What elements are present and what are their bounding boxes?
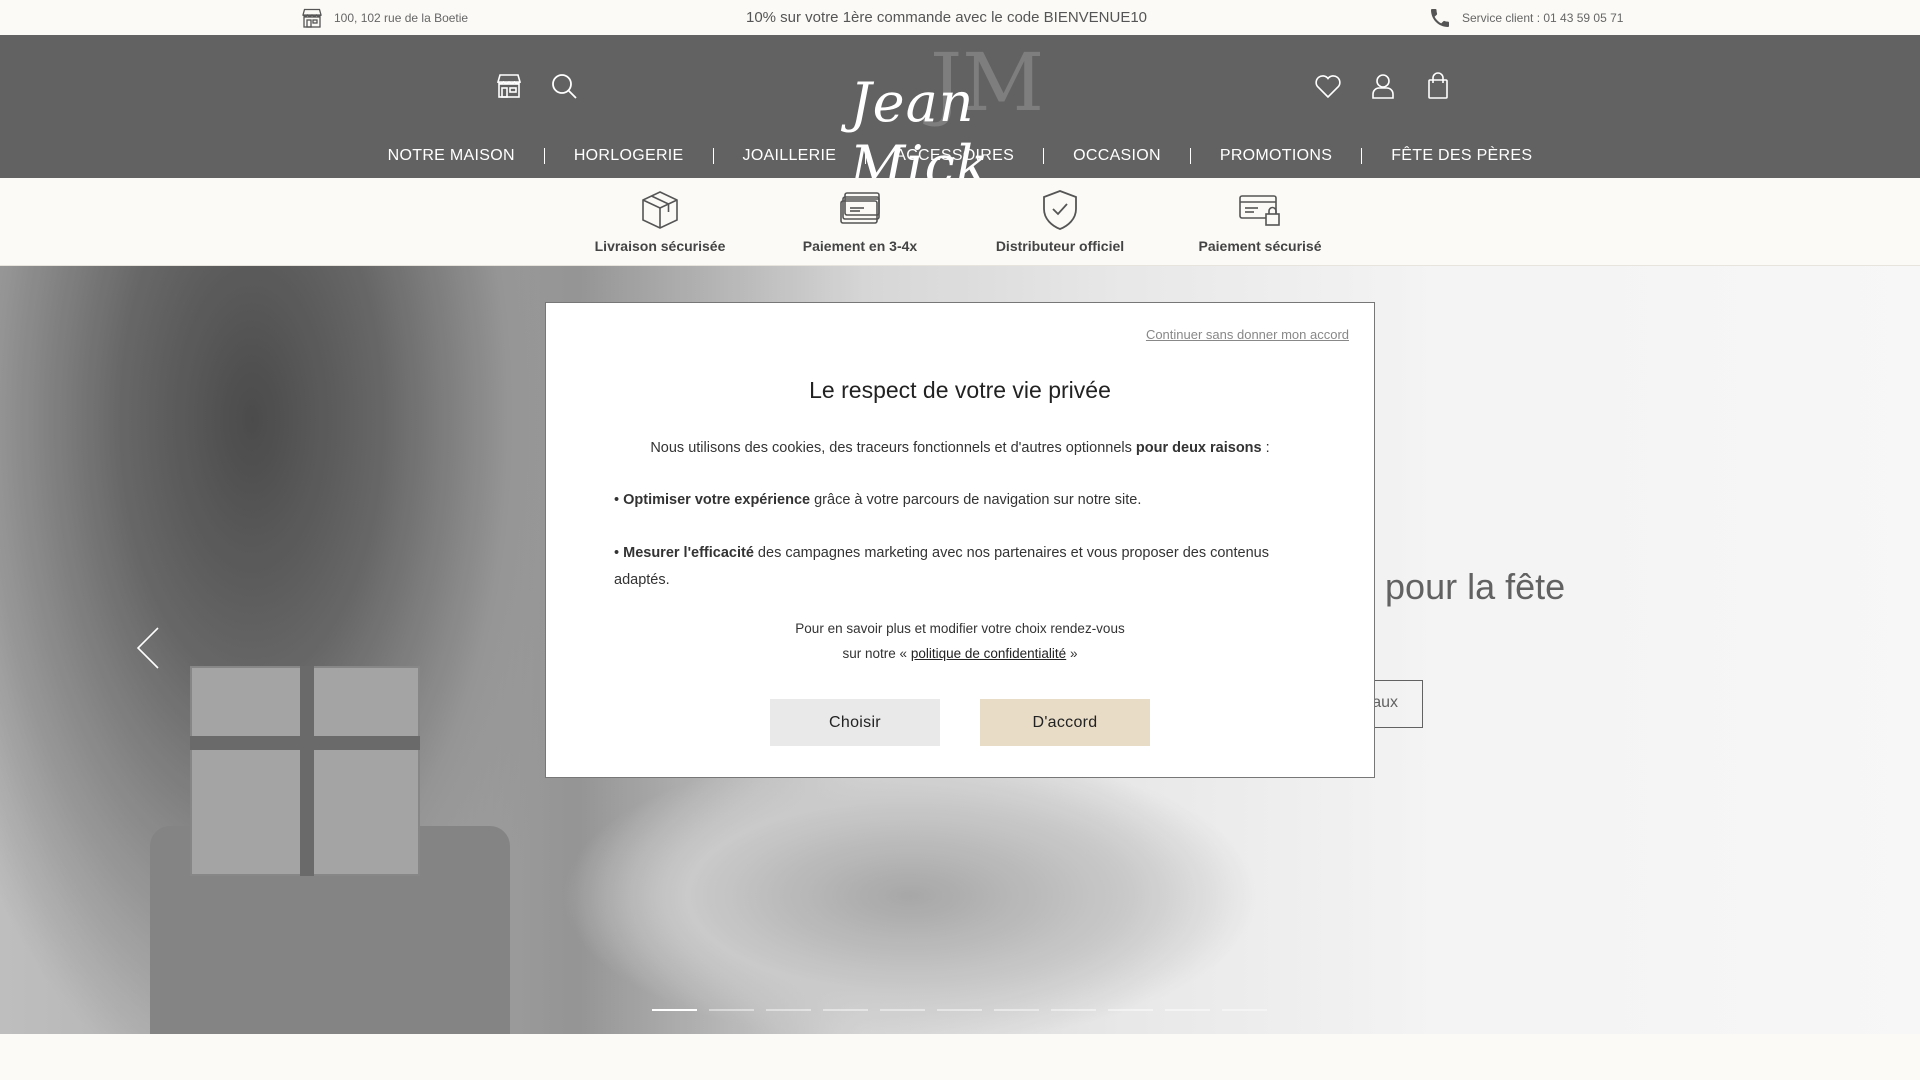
feature-label: Paiement sécurisé: [1198, 238, 1322, 254]
nav-notre-maison[interactable]: NOTRE MAISON: [359, 147, 544, 165]
feature-installments: Paiement en 3-4x: [760, 188, 960, 254]
intro-bold: pour deux raisons: [1135, 440, 1262, 456]
nav-promotions[interactable]: PROMOTIONS: [1191, 147, 1361, 165]
store-icon[interactable]: [494, 71, 524, 101]
bag-icon[interactable]: [1423, 71, 1453, 101]
continue-without-consent-link[interactable]: Continuer sans donner mon accord: [1146, 327, 1349, 342]
page-footer-strip: [0, 1034, 1920, 1080]
top-bar: 100, 102 rue de la Boetie 10% sur votre …: [0, 0, 1920, 35]
main-nav: NOTRE MAISON HORLOGERIE JOAILLERIE ACCES…: [0, 147, 1920, 165]
cards-icon: [840, 192, 880, 224]
phone-icon: [1431, 9, 1449, 27]
feature-delivery: Livraison sécurisée: [560, 188, 760, 254]
nav-accessoires[interactable]: ACCESSOIRES: [866, 147, 1043, 165]
choose-button[interactable]: Choisir: [770, 699, 940, 746]
feature-label: Paiement en 3-4x: [802, 238, 918, 254]
user-icon[interactable]: [1368, 71, 1398, 101]
privacy-line-2-prefix: sur notre «: [842, 646, 911, 661]
nav-fete-des-peres[interactable]: FÊTE DES PÈRES: [1362, 147, 1561, 165]
heart-icon[interactable]: [1313, 71, 1343, 101]
cookie-consent-modal: Continuer sans donner mon accord Le resp…: [545, 302, 1375, 778]
service-text: Service client : 01 43 59 05 71: [1462, 11, 1624, 25]
nav-occasion[interactable]: OCCASION: [1044, 147, 1190, 165]
reassurance-band: Livraison sécurisée Paiement en 3-4x Dis…: [0, 178, 1920, 266]
bullet-bold: Optimiser votre expérience: [623, 492, 811, 508]
privacy-line-2-suffix: »: [1066, 646, 1078, 661]
modal-title: Le respect de votre vie privée: [809, 377, 1111, 403]
feature-label: Distributeur officiel: [995, 238, 1125, 254]
feature-official-dealer: Distributeur officiel: [960, 188, 1160, 254]
shield-check-icon: [1043, 190, 1077, 230]
bullet-marketing: • Mesurer l'efficacité des campagnes mar…: [614, 545, 1269, 588]
nav-horlogerie[interactable]: HORLOGERIE: [545, 147, 713, 165]
search-icon[interactable]: [549, 71, 579, 101]
box-icon: [642, 191, 678, 229]
bullet-bold: Mesurer l'efficacité: [623, 545, 754, 561]
brand-logo[interactable]: JM Jean Mick: [840, 43, 1080, 198]
bullet-experience: • Optimiser votre expérience grâce à vot…: [614, 492, 1142, 508]
feature-secure-payment: Paiement sécurisé: [1160, 188, 1360, 254]
site-header: JM Jean Mick NOTRE MAISON HORLOGERIE JOA…: [0, 35, 1920, 198]
privacy-line-1: Pour en savoir plus et modifier votre ch…: [795, 621, 1125, 636]
bullet-text: grâce à votre parcours de navigation sur…: [810, 492, 1142, 508]
accept-button[interactable]: D'accord: [980, 699, 1150, 746]
nav-joaillerie[interactable]: JOAILLERIE: [714, 147, 866, 165]
customer-service[interactable]: Service client : 01 43 59 05 71: [1428, 6, 1623, 30]
modal-intro: Nous utilisons des cookies, des traceurs…: [546, 440, 1374, 456]
intro-text: Nous utilisons des cookies, des traceurs…: [650, 440, 1136, 456]
intro-end: :: [1261, 440, 1270, 456]
privacy-info: Pour en savoir plus et modifier votre ch…: [546, 616, 1374, 666]
secure-payment-icon: [1239, 195, 1280, 226]
feature-label: Livraison sécurisée: [594, 238, 726, 254]
privacy-policy-link[interactable]: politique de confidentialité: [911, 646, 1066, 661]
